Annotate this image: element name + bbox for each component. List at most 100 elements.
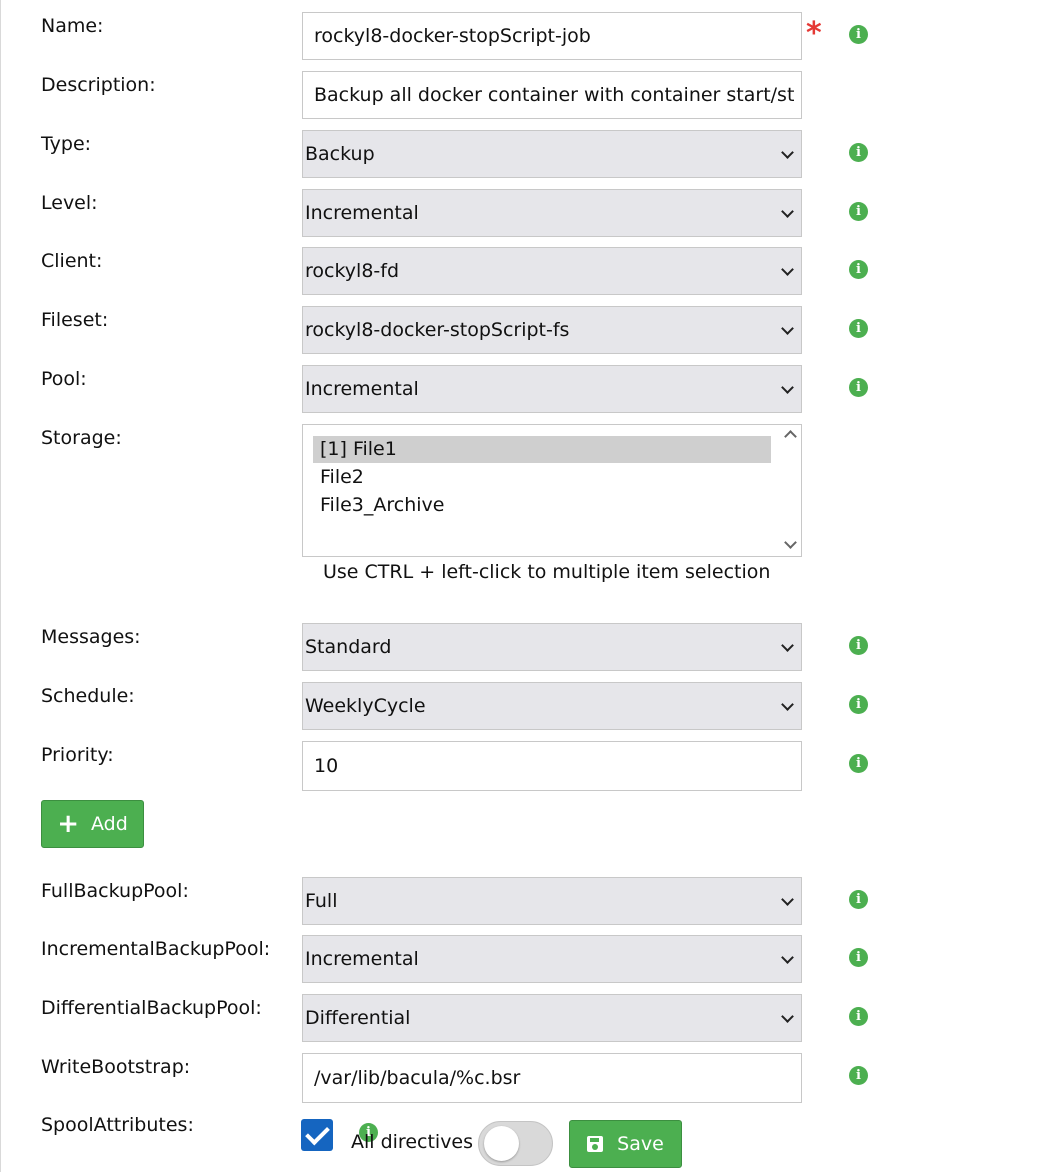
level-row: Level: Incremental i [0,189,1052,239]
info-icon[interactable]: i [849,378,868,397]
write-bootstrap-input[interactable]: /var/lib/bacula/%c.bsr [302,1053,802,1103]
storage-option[interactable]: File3_Archive [313,492,771,519]
differential-backup-pool-select[interactable]: Differential [302,994,802,1042]
checkmark-icon [305,1120,330,1146]
all-directives-label: All directives [351,1131,474,1153]
chevron-down-icon [781,205,794,218]
info-icon[interactable]: i [849,25,868,44]
name-input[interactable]: rockyl8-docker-stopScript-job [302,12,802,60]
type-row: Type: Backup i [0,130,1052,180]
description-row: Description: Backup all docker container… [0,71,1052,121]
client-value: rockyl8-fd [305,260,400,282]
name-label: Name: [41,15,104,37]
add-button[interactable]: + Add [41,800,144,848]
differential-backup-pool-label: DifferentialBackupPool: [41,997,262,1019]
info-icon[interactable]: i [849,754,868,773]
fileset-select[interactable]: rockyl8-docker-stopScript-fs [302,306,802,354]
save-button[interactable]: Save [569,1120,682,1168]
info-icon[interactable]: i [849,948,868,967]
type-value: Backup [305,143,375,165]
storage-label: Storage: [41,427,122,449]
messages-value: Standard [305,636,392,658]
name-row: Name: rockyl8-docker-stopScript-job * i [0,12,1052,62]
plus-icon: + [57,809,79,839]
save-button-label: Save [617,1133,664,1155]
name-value: rockyl8-docker-stopScript-job [314,25,591,47]
pool-value: Incremental [305,378,419,400]
storage-hint: Use CTRL + left-click to multiple item s… [323,561,771,583]
full-backup-pool-value: Full [305,890,338,912]
chevron-down-icon [781,146,794,159]
storage-option[interactable]: [1] File1 [313,436,771,463]
info-icon[interactable]: i [849,1066,868,1085]
full-backup-pool-select[interactable]: Full [302,877,802,925]
chevron-down-icon [781,322,794,335]
schedule-row: Schedule: WeeklyCycle i [0,682,1052,732]
info-icon[interactable]: i [849,890,868,909]
differential-backup-pool-value: Differential [305,1007,411,1029]
info-icon[interactable]: i [849,695,868,714]
client-row: Client: rockyl8-fd i [0,247,1052,297]
info-icon[interactable]: i [849,260,868,279]
spool-attributes-checkbox[interactable] [301,1119,333,1151]
schedule-select[interactable]: WeeklyCycle [302,682,802,730]
full-backup-pool-row: FullBackupPool: Full i [0,877,1052,927]
messages-select[interactable]: Standard [302,623,802,671]
incremental-backup-pool-label: IncrementalBackupPool: [41,938,271,960]
level-label: Level: [41,192,98,214]
chevron-down-icon [781,1010,794,1023]
messages-row: Messages: Standard i [0,623,1052,673]
level-select[interactable]: Incremental [302,189,802,237]
type-label: Type: [41,133,92,155]
fileset-value: rockyl8-docker-stopScript-fs [305,319,570,341]
schedule-value: WeeklyCycle [305,695,426,717]
description-value: Backup all docker container with contain… [314,84,795,106]
write-bootstrap-row: WriteBootstrap: /var/lib/bacula/%c.bsr i [0,1053,1052,1103]
toggle-knob [484,1126,519,1161]
incremental-backup-pool-row: IncrementalBackupPool: Incremental i [0,935,1052,985]
chevron-down-icon[interactable] [784,536,797,549]
info-icon[interactable]: i [849,202,868,221]
full-backup-pool-label: FullBackupPool: [41,880,189,902]
spool-attributes-label: SpoolAttributes: [41,1114,194,1136]
write-bootstrap-value: /var/lib/bacula/%c.bsr [314,1067,521,1089]
priority-input[interactable]: 10 [302,741,802,791]
storage-option[interactable]: File2 [313,464,771,491]
description-input[interactable]: Backup all docker container with contain… [302,71,802,119]
description-label: Description: [41,74,156,96]
incremental-backup-pool-select[interactable]: Incremental [302,935,802,983]
all-directives-toggle[interactable] [478,1121,553,1166]
schedule-label: Schedule: [41,685,135,707]
info-icon[interactable]: i [849,636,868,655]
differential-backup-pool-row: DifferentialBackupPool: Differential i [0,994,1052,1044]
priority-label: Priority: [41,744,114,766]
client-label: Client: [41,250,103,272]
chevron-down-icon [781,951,794,964]
info-icon[interactable]: i [849,319,868,338]
client-select[interactable]: rockyl8-fd [302,247,802,295]
chevron-down-icon [781,263,794,276]
pool-row: Pool: Incremental i [0,365,1052,415]
priority-value: 10 [314,755,339,777]
storage-listbox[interactable]: [1] File1 File2 File3_Archive [302,424,802,557]
fileset-label: Fileset: [41,309,109,331]
chevron-down-icon [781,639,794,652]
chevron-down-icon [781,893,794,906]
chevron-down-icon [781,381,794,394]
required-icon: * [806,16,822,51]
priority-row: Priority: 10 i [0,741,1052,791]
incremental-backup-pool-value: Incremental [305,948,419,970]
pool-label: Pool: [41,368,87,390]
add-button-label: Add [91,813,128,835]
pool-select[interactable]: Incremental [302,365,802,413]
info-icon[interactable]: i [849,143,868,162]
save-icon [587,1136,604,1152]
write-bootstrap-label: WriteBootstrap: [41,1056,191,1078]
listbox-scrollbar[interactable] [781,425,801,556]
messages-label: Messages: [41,626,141,648]
level-value: Incremental [305,202,419,224]
chevron-up-icon[interactable] [784,430,797,443]
chevron-down-icon [781,698,794,711]
type-select[interactable]: Backup [302,130,802,178]
info-icon[interactable]: i [849,1007,868,1026]
